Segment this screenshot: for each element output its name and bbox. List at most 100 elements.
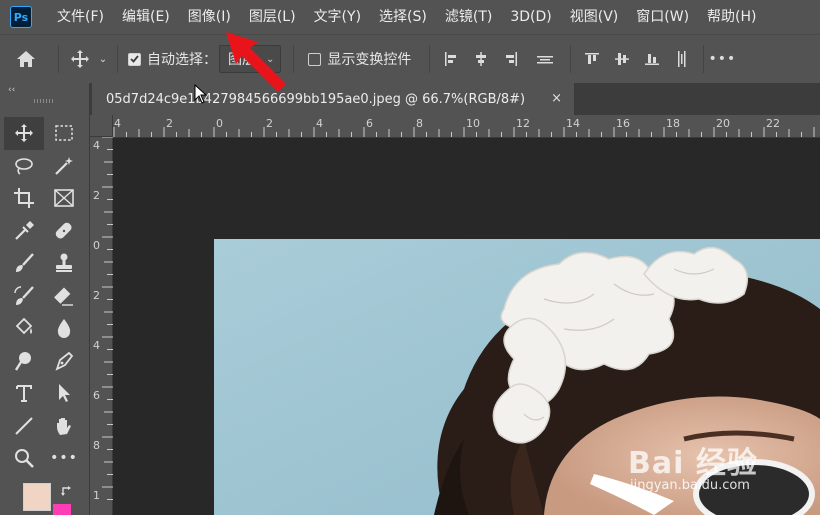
options-bar: ⌄ 自动选择： 图层 ⌄ 显示变换控件 •••: [0, 34, 820, 83]
menu-filter[interactable]: 滤镜(T): [436, 0, 501, 34]
history-brush-tool[interactable]: [4, 280, 44, 313]
ruler-label: 4: [114, 117, 121, 130]
menu-select[interactable]: 选择(S): [370, 0, 436, 34]
chevron-down-icon[interactable]: ⌄: [95, 54, 111, 65]
menu-view[interactable]: 视图(V): [561, 0, 628, 34]
crop-icon: [14, 188, 34, 209]
align-top-icon[interactable]: [577, 51, 607, 67]
ruler-label: 8: [416, 117, 423, 130]
pen-tool[interactable]: [44, 345, 84, 378]
eyedropper-tool[interactable]: [4, 215, 44, 248]
horizontal-ruler[interactable]: 4 2 0 2 4 6 8 10 12 14 16 18 20 22: [113, 115, 820, 138]
marquee-tool[interactable]: [44, 117, 84, 150]
type-icon: [16, 385, 32, 403]
separator: [570, 45, 572, 73]
ruler-origin[interactable]: [90, 115, 113, 137]
eraser-tool[interactable]: [44, 280, 84, 313]
menu-help[interactable]: 帮助(H): [698, 0, 765, 34]
show-transform-label: 显示变换控件: [327, 52, 412, 68]
magic-wand-tool[interactable]: [44, 150, 84, 183]
brush-icon: [16, 253, 34, 273]
distribute-vertical-icon[interactable]: [667, 50, 697, 68]
history-brush-icon: [14, 285, 34, 305]
align-bottom-icon[interactable]: [637, 51, 667, 67]
ruler-label: 22: [766, 117, 780, 130]
watermark-url: jingyan.baidu.com: [630, 478, 750, 493]
eraser-icon: [54, 287, 73, 306]
document-tab[interactable]: 05d7d24c9e1b427984566699bb195ae0.jpeg @ …: [92, 83, 574, 115]
lasso-icon: [15, 157, 33, 175]
brush-tool[interactable]: [4, 247, 44, 280]
healing-brush-tool[interactable]: [44, 215, 84, 248]
auto-select-control[interactable]: 自动选择：: [128, 49, 217, 69]
separator: [429, 45, 431, 73]
ruler-label: 20: [716, 117, 730, 130]
more-tools[interactable]: •••: [44, 442, 84, 475]
move-tool-preset-icon[interactable]: [65, 49, 95, 69]
align-horizontal-center-icon[interactable]: [466, 51, 496, 67]
ruler-label: 4: [93, 339, 100, 352]
baidu-watermark: Bai 经验 jingyan.baidu.com: [624, 432, 820, 515]
move-tool[interactable]: [4, 117, 44, 150]
panel-grip[interactable]: [34, 99, 54, 103]
auto-select-label: 自动选择：: [147, 52, 217, 68]
more-options-icon[interactable]: •••: [709, 51, 736, 67]
align-left-icon[interactable]: [436, 51, 466, 67]
collapse-panel-icon[interactable]: ‹‹: [8, 85, 15, 95]
magnifier-icon: [15, 449, 34, 469]
dodge-icon: [14, 351, 31, 371]
menu-file[interactable]: 文件(F): [48, 0, 113, 34]
vertical-ruler[interactable]: 4 2 0 2 4 6 8 1: [90, 137, 113, 515]
separator: [703, 45, 705, 73]
ruler-label: 16: [616, 117, 630, 130]
auto-select-checkbox[interactable]: [128, 52, 141, 66]
zoom-tool[interactable]: [4, 442, 44, 475]
stamp-icon: [56, 253, 72, 273]
menu-window[interactable]: 窗口(W): [627, 0, 698, 34]
path-selection-tool[interactable]: [44, 377, 84, 410]
lasso-tool[interactable]: [4, 150, 44, 183]
close-icon[interactable]: ×: [551, 91, 562, 106]
align-vertical-center-icon[interactable]: [607, 51, 637, 67]
ruler-label: 2: [93, 189, 100, 202]
hand-tool[interactable]: [44, 410, 84, 443]
frame-icon: [54, 189, 74, 208]
swap-colors-icon[interactable]: [60, 483, 74, 502]
arrow-pointer-icon: [59, 384, 70, 403]
photoshop-logo-icon[interactable]: Ps: [10, 6, 32, 28]
ruler-label: 2: [166, 117, 173, 130]
ruler-label: 14: [566, 117, 580, 130]
ruler-label: 2: [93, 289, 100, 302]
ruler-label: 0: [93, 239, 100, 252]
type-tool[interactable]: [4, 377, 44, 410]
menu-3d[interactable]: 3D(D): [501, 0, 560, 34]
paint-bucket-tool[interactable]: [4, 312, 44, 345]
pen-icon: [55, 351, 74, 371]
home-icon[interactable]: [0, 49, 52, 69]
ruler-label: 8: [93, 439, 100, 452]
menu-bar: Ps 文件(F) 编辑(E) 图像(I) 图层(L) 文字(Y) 选择(S) 滤…: [0, 0, 820, 34]
frame-tool[interactable]: [44, 182, 84, 215]
rectangular-marquee-icon: [55, 125, 73, 141]
line-tool[interactable]: [4, 410, 44, 443]
ellipsis-icon: •••: [50, 450, 78, 467]
ruler-label: 1: [93, 489, 100, 502]
crop-tool[interactable]: [4, 182, 44, 215]
align-right-icon[interactable]: [496, 51, 526, 67]
bandage-icon: [55, 222, 72, 239]
ruler-label: 4: [93, 139, 100, 152]
watermark-title: Bai 经验: [628, 446, 758, 481]
clone-stamp-tool[interactable]: [44, 247, 84, 280]
distribute-horizontal-icon[interactable]: [526, 51, 564, 67]
ruler-label: 18: [666, 117, 680, 130]
menu-edit[interactable]: 编辑(E): [113, 0, 179, 34]
background-color-swatch[interactable]: [53, 504, 71, 515]
ruler-label: 4: [316, 117, 323, 130]
ruler-label: 6: [93, 389, 100, 402]
move-icon: [15, 124, 33, 143]
dodge-tool[interactable]: [4, 345, 44, 378]
ruler-label: 0: [216, 117, 223, 130]
separator: [117, 45, 118, 73]
blur-tool[interactable]: [44, 312, 84, 345]
foreground-color-swatch[interactable]: [23, 483, 51, 511]
